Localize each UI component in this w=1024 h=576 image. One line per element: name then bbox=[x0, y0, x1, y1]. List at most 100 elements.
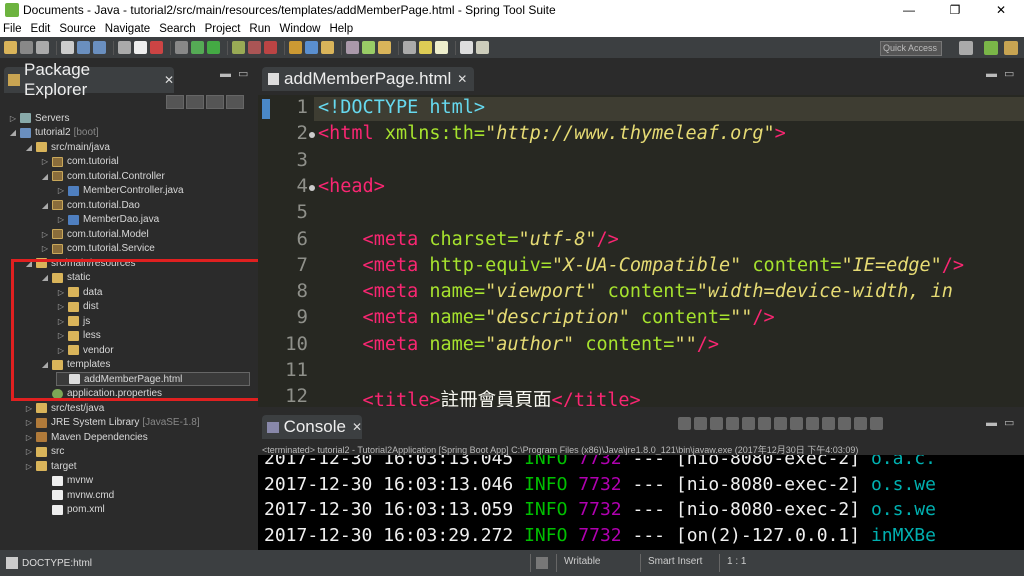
toolbar-icon-22[interactable] bbox=[419, 41, 432, 54]
toolbar-icon-16[interactable] bbox=[305, 41, 318, 54]
toolbar-icon-1[interactable] bbox=[20, 41, 33, 54]
close-editor-icon[interactable]: ✕ bbox=[457, 72, 467, 86]
tree-item[interactable]: ▷ src/test/java bbox=[24, 401, 104, 415]
toolbar-icon-2[interactable] bbox=[36, 41, 49, 54]
tree-item[interactable]: pom.xml bbox=[40, 503, 105, 517]
tree-toggle-icon[interactable]: ◢ bbox=[24, 143, 34, 152]
toolbar-icon-4[interactable] bbox=[77, 41, 90, 54]
tree-toggle-icon[interactable]: ▷ bbox=[40, 244, 50, 253]
view-menu-icon[interactable] bbox=[226, 95, 244, 109]
scroll-lock-icon[interactable] bbox=[742, 417, 755, 430]
tree-toggle-icon[interactable]: ▷ bbox=[40, 157, 50, 166]
maximize-button[interactable]: ❐ bbox=[932, 0, 978, 20]
quick-access-field[interactable]: Quick Access bbox=[880, 41, 942, 56]
remove-all-icon[interactable] bbox=[710, 417, 723, 430]
menu-item-run[interactable]: Run bbox=[249, 23, 270, 35]
menu-item-project[interactable]: Project bbox=[205, 23, 241, 35]
toolbar-icon-24[interactable] bbox=[460, 41, 473, 54]
menu-item-search[interactable]: Search bbox=[159, 23, 195, 35]
tree-toggle-icon[interactable]: ▷ bbox=[24, 404, 34, 413]
maximize-view-icon[interactable]: ▭ bbox=[238, 67, 248, 80]
display-console-icon[interactable] bbox=[822, 417, 835, 430]
minimize-console-icon[interactable]: ▬ bbox=[986, 417, 997, 429]
toolbar-icon-15[interactable] bbox=[289, 41, 302, 54]
tree-item[interactable]: ▷ com.tutorial bbox=[40, 155, 119, 169]
toolbar-icon-25[interactable] bbox=[476, 41, 489, 54]
tree-toggle-icon[interactable]: ▷ bbox=[40, 230, 50, 239]
terminate-icon[interactable] bbox=[678, 417, 691, 430]
remove-launch-icon[interactable] bbox=[694, 417, 707, 430]
console-tab[interactable]: Console ✕ bbox=[262, 415, 362, 439]
tree-toggle-icon[interactable]: ▷ bbox=[24, 433, 34, 442]
spring-perspective-icon[interactable] bbox=[984, 41, 998, 55]
toolbar-icon-14[interactable] bbox=[264, 41, 277, 54]
minimize-editor-icon[interactable]: ▬ bbox=[986, 68, 997, 80]
show-on-error-icon[interactable] bbox=[790, 417, 803, 430]
menu-item-source[interactable]: Source bbox=[59, 23, 95, 35]
close-tab-icon[interactable]: ✕ bbox=[164, 73, 174, 87]
toolbar-icon-8[interactable] bbox=[150, 41, 163, 54]
tree-toggle-icon[interactable]: ▷ bbox=[56, 186, 66, 195]
toolbar-icon-18[interactable] bbox=[346, 41, 359, 54]
menu-item-edit[interactable]: Edit bbox=[31, 23, 51, 35]
toolbar-icon-21[interactable] bbox=[403, 41, 416, 54]
toolbar-icon-17[interactable] bbox=[321, 41, 334, 54]
toolbar-icon-7[interactable] bbox=[134, 41, 147, 54]
tree-toggle-icon[interactable]: ◢ bbox=[40, 172, 50, 181]
toolbar-icon-13[interactable] bbox=[248, 41, 261, 54]
java-perspective-icon[interactable] bbox=[1004, 41, 1018, 55]
toolbar-icon-19[interactable] bbox=[362, 41, 375, 54]
tree-item[interactable]: ▷ target bbox=[24, 459, 77, 473]
maximize-console-icon[interactable]: ▭ bbox=[1004, 416, 1014, 429]
menu-item-navigate[interactable]: Navigate bbox=[105, 23, 150, 35]
tree-item[interactable]: mvnw.cmd bbox=[40, 488, 114, 502]
link-with-editor-icon[interactable] bbox=[186, 95, 204, 109]
code-editor[interactable]: 1 2 3 4 5 6 7 8 9 10 11 12 <!DOCTYPE html> <html xmln… bbox=[258, 95, 1024, 407]
tree-toggle-icon[interactable]: ◢ bbox=[8, 128, 18, 137]
fold-icon[interactable] bbox=[309, 184, 315, 191]
fold-icon[interactable] bbox=[309, 132, 315, 139]
minimize-button[interactable]: — bbox=[886, 0, 932, 20]
maximize-editor-icon[interactable]: ▭ bbox=[1004, 67, 1014, 80]
toolbar-icon-9[interactable] bbox=[175, 41, 188, 54]
tree-toggle-icon[interactable]: ◢ bbox=[40, 201, 50, 210]
tree-item[interactable]: ▷ MemberController.java bbox=[56, 184, 184, 198]
open-console-icon[interactable] bbox=[838, 417, 851, 430]
tree-item[interactable]: ◢ com.tutorial.Dao bbox=[40, 198, 140, 212]
tree-item[interactable]: ▷ MemberDao.java bbox=[56, 213, 159, 227]
tree-toggle-icon[interactable]: ▷ bbox=[24, 418, 34, 427]
word-wrap-icon[interactable] bbox=[758, 417, 771, 430]
collapse-all-icon[interactable] bbox=[166, 95, 184, 109]
tree-item[interactable]: ▷ com.tutorial.Service bbox=[40, 242, 155, 256]
package-explorer-tab[interactable]: Package Explorer ✕ bbox=[4, 60, 174, 99]
minimize-view-icon[interactable]: ▬ bbox=[220, 68, 231, 80]
console-output[interactable]: 2017-12-30 16:03:13.045 INFO 7732 --- [n… bbox=[258, 455, 1024, 550]
pin-console-icon[interactable] bbox=[806, 417, 819, 430]
tree-item[interactable]: ▷ JRE System Library [JavaSE-1.8] bbox=[24, 416, 200, 430]
toolbar-icon-3[interactable] bbox=[61, 41, 74, 54]
tree-item[interactable]: ◢ com.tutorial.Controller bbox=[40, 169, 165, 183]
tree-item[interactable]: ▷ com.tutorial.Model bbox=[40, 227, 149, 241]
focus-icon[interactable] bbox=[206, 95, 224, 109]
tree-toggle-icon[interactable]: ▷ bbox=[8, 114, 18, 123]
menu-item-window[interactable]: Window bbox=[280, 23, 321, 35]
tree-toggle-icon[interactable]: ▷ bbox=[24, 447, 34, 456]
toolbar-icon-20[interactable] bbox=[378, 41, 391, 54]
tree-item[interactable]: mvnw bbox=[40, 474, 93, 488]
toolbar-icon-10[interactable] bbox=[191, 41, 204, 54]
clear-console-icon[interactable] bbox=[726, 417, 739, 430]
toolbar-icon-23[interactable] bbox=[435, 41, 448, 54]
toolbar-icon-6[interactable] bbox=[118, 41, 131, 54]
tree-item[interactable]: ◢ src/main/java bbox=[24, 140, 110, 154]
tree-item[interactable]: ▷ Servers bbox=[8, 111, 70, 125]
close-console-icon[interactable]: ✕ bbox=[352, 420, 362, 434]
toolbar-icon-0[interactable] bbox=[4, 41, 17, 54]
tree-item[interactable]: ▷ src bbox=[24, 445, 64, 459]
toolbar-icon-5[interactable] bbox=[93, 41, 106, 54]
toolbar-icon-11[interactable] bbox=[207, 41, 220, 54]
open-perspective-icon[interactable] bbox=[959, 41, 973, 55]
tree-toggle-icon[interactable]: ▷ bbox=[24, 462, 34, 471]
editor-tab[interactable]: addMemberPage.html ✕ bbox=[262, 67, 474, 91]
close-button[interactable]: ✕ bbox=[978, 0, 1024, 20]
toolbar-icon-12[interactable] bbox=[232, 41, 245, 54]
